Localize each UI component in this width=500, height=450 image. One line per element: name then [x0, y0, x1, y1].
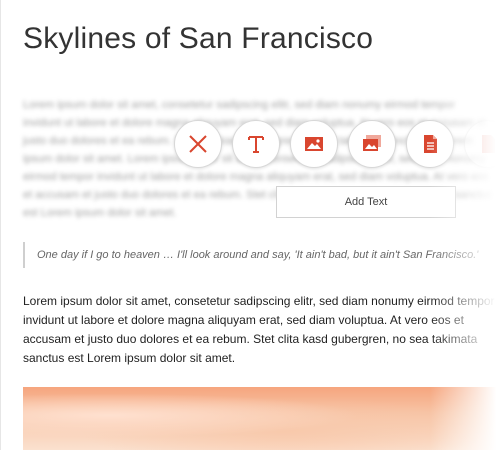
- document-icon: [482, 135, 495, 153]
- page-title[interactable]: Skylines of San Francisco: [23, 22, 373, 56]
- add-text-button[interactable]: Add Text: [276, 186, 456, 218]
- add-gallery-button[interactable]: [348, 120, 396, 168]
- insert-toolbar: [174, 120, 500, 168]
- right-edge-fade: [430, 0, 500, 450]
- add-image-button[interactable]: [290, 120, 338, 168]
- close-button[interactable]: [174, 120, 222, 168]
- text-icon: [248, 136, 264, 153]
- add-text-tool-button[interactable]: [232, 120, 280, 168]
- add-document-button[interactable]: [406, 120, 454, 168]
- body-paragraph[interactable]: Lorem ipsum dolor sit amet, consetetur s…: [23, 292, 500, 368]
- blockquote[interactable]: One day if I go to heaven … I'll look ar…: [23, 242, 500, 268]
- document-icon: [424, 135, 437, 153]
- more-tools-button[interactable]: [464, 120, 500, 168]
- hero-image[interactable]: [23, 387, 500, 450]
- gallery-icon: [363, 135, 381, 151]
- editor-page: Skylines of San Francisco Lorem ipsum do…: [0, 0, 500, 450]
- image-icon: [305, 137, 323, 151]
- close-icon: [189, 135, 207, 153]
